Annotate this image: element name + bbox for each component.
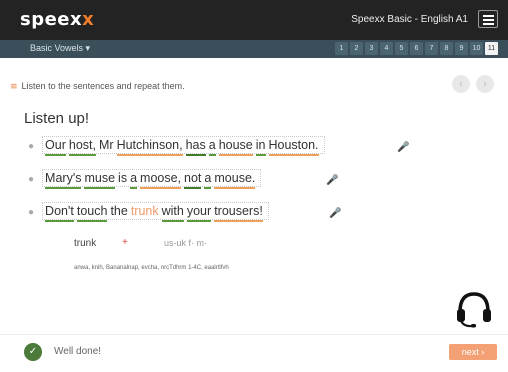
word[interactable]: Houston. bbox=[268, 138, 319, 156]
microphone-icon[interactable]: 🎤 bbox=[326, 175, 338, 186]
exercise-nav: ‹ › bbox=[452, 75, 494, 93]
sentence-box: Our host, Mr Hutchinson, has a house in Houston. bbox=[42, 136, 325, 156]
menu-icon[interactable] bbox=[478, 10, 498, 28]
logo-accent: x bbox=[82, 9, 95, 30]
word[interactable]: Don't bbox=[45, 204, 74, 222]
word[interactable]: house bbox=[218, 138, 253, 156]
instruction-text: Listen to the sentences and repeat them. bbox=[21, 81, 185, 91]
word[interactable]: a bbox=[130, 171, 138, 189]
page-4[interactable]: 4 bbox=[380, 42, 393, 55]
word[interactable]: is bbox=[118, 171, 127, 187]
bullet-icon: ● bbox=[28, 174, 35, 185]
pronunciation-variants[interactable]: us-uk f· m· bbox=[164, 238, 207, 248]
word[interactable]: in bbox=[255, 138, 266, 156]
next-arrow-icon[interactable]: › bbox=[476, 75, 494, 93]
next-button[interactable]: next › bbox=[449, 344, 497, 360]
bullet-icon: ● bbox=[28, 207, 35, 218]
headset-icon[interactable] bbox=[454, 290, 494, 328]
microphone-icon[interactable]: 🎤 bbox=[329, 208, 341, 219]
sentence-box: Mary's muse is a moose, not a mouse. bbox=[42, 169, 262, 189]
page-1[interactable]: 1 bbox=[335, 42, 348, 55]
add-word-icon[interactable]: + bbox=[122, 237, 128, 248]
word[interactable]: a bbox=[208, 138, 216, 156]
check-icon: ✓ bbox=[24, 343, 42, 361]
page-3[interactable]: 3 bbox=[365, 42, 378, 55]
word[interactable]: not bbox=[184, 171, 202, 189]
sentence-1: ● Our host, Mr Hutchinson, has a house in Houston… bbox=[28, 136, 325, 156]
word[interactable]: trousers! bbox=[214, 204, 263, 222]
word[interactable]: Our bbox=[45, 138, 66, 156]
footer: ✓ Well done! next › bbox=[0, 334, 508, 372]
phonetic-notes: anwa, knih, Bananalnap, evcha, nrcTdhrm … bbox=[74, 265, 229, 271]
logo-main: speex bbox=[20, 9, 83, 30]
page-10[interactable]: 10 bbox=[470, 42, 483, 55]
instruction-icon: ≌ bbox=[10, 81, 18, 91]
page-title: Listen up! bbox=[24, 110, 90, 127]
speexx-logo: speexx bbox=[20, 9, 94, 30]
word[interactable]: a bbox=[204, 171, 212, 189]
word[interactable]: with bbox=[161, 204, 184, 222]
page-6[interactable]: 6 bbox=[410, 42, 423, 55]
word[interactable]: your bbox=[186, 204, 212, 222]
section-dropdown[interactable]: Basic Vowels ▾ bbox=[30, 43, 90, 54]
sentence-box: Don't touch the trunk with your trousers! bbox=[42, 202, 269, 222]
page-8[interactable]: 8 bbox=[440, 42, 453, 55]
instruction: ≌ Listen to the sentences and repeat them… bbox=[10, 81, 185, 92]
word[interactable]: Mary's bbox=[45, 171, 82, 189]
sentence-3: ● Don't touch the trunk with your trousers! bbox=[28, 202, 269, 222]
word[interactable]: the bbox=[110, 204, 127, 220]
bullet-icon: ● bbox=[28, 141, 35, 152]
page-5[interactable]: 5 bbox=[395, 42, 408, 55]
detail-word: trunk bbox=[74, 238, 97, 249]
page-7[interactable]: 7 bbox=[425, 42, 438, 55]
microphone-icon[interactable]: 🎤 bbox=[397, 142, 409, 153]
word[interactable]: has bbox=[185, 138, 206, 156]
word[interactable]: touch bbox=[76, 204, 108, 222]
word[interactable]: moose, bbox=[140, 171, 182, 189]
page-list: 1 2 3 4 5 6 7 8 9 10 11 bbox=[335, 42, 498, 55]
top-bar: speexx Speexx Basic - English A1 bbox=[0, 0, 508, 40]
word[interactable]: Mr bbox=[99, 138, 114, 154]
page-9[interactable]: 9 bbox=[455, 42, 468, 55]
prev-arrow-icon[interactable]: ‹ bbox=[452, 75, 470, 93]
page-2[interactable]: 2 bbox=[350, 42, 363, 55]
course-title: Speexx Basic - English A1 bbox=[351, 14, 468, 25]
page-11[interactable]: 11 bbox=[485, 42, 498, 55]
word[interactable]: host, bbox=[68, 138, 96, 156]
word[interactable]: Hutchinson, bbox=[116, 138, 183, 156]
word[interactable]: muse bbox=[84, 171, 116, 189]
word-highlighted[interactable]: trunk bbox=[131, 204, 159, 220]
sentence-2: ● Mary's muse is a moose, not a mouse. bbox=[28, 169, 262, 189]
lesson-nav: Basic Vowels ▾ 1 2 3 4 5 6 7 8 9 10 11 bbox=[0, 40, 508, 58]
word[interactable]: mouse. bbox=[214, 171, 256, 189]
status-text: Well done! bbox=[54, 346, 102, 357]
